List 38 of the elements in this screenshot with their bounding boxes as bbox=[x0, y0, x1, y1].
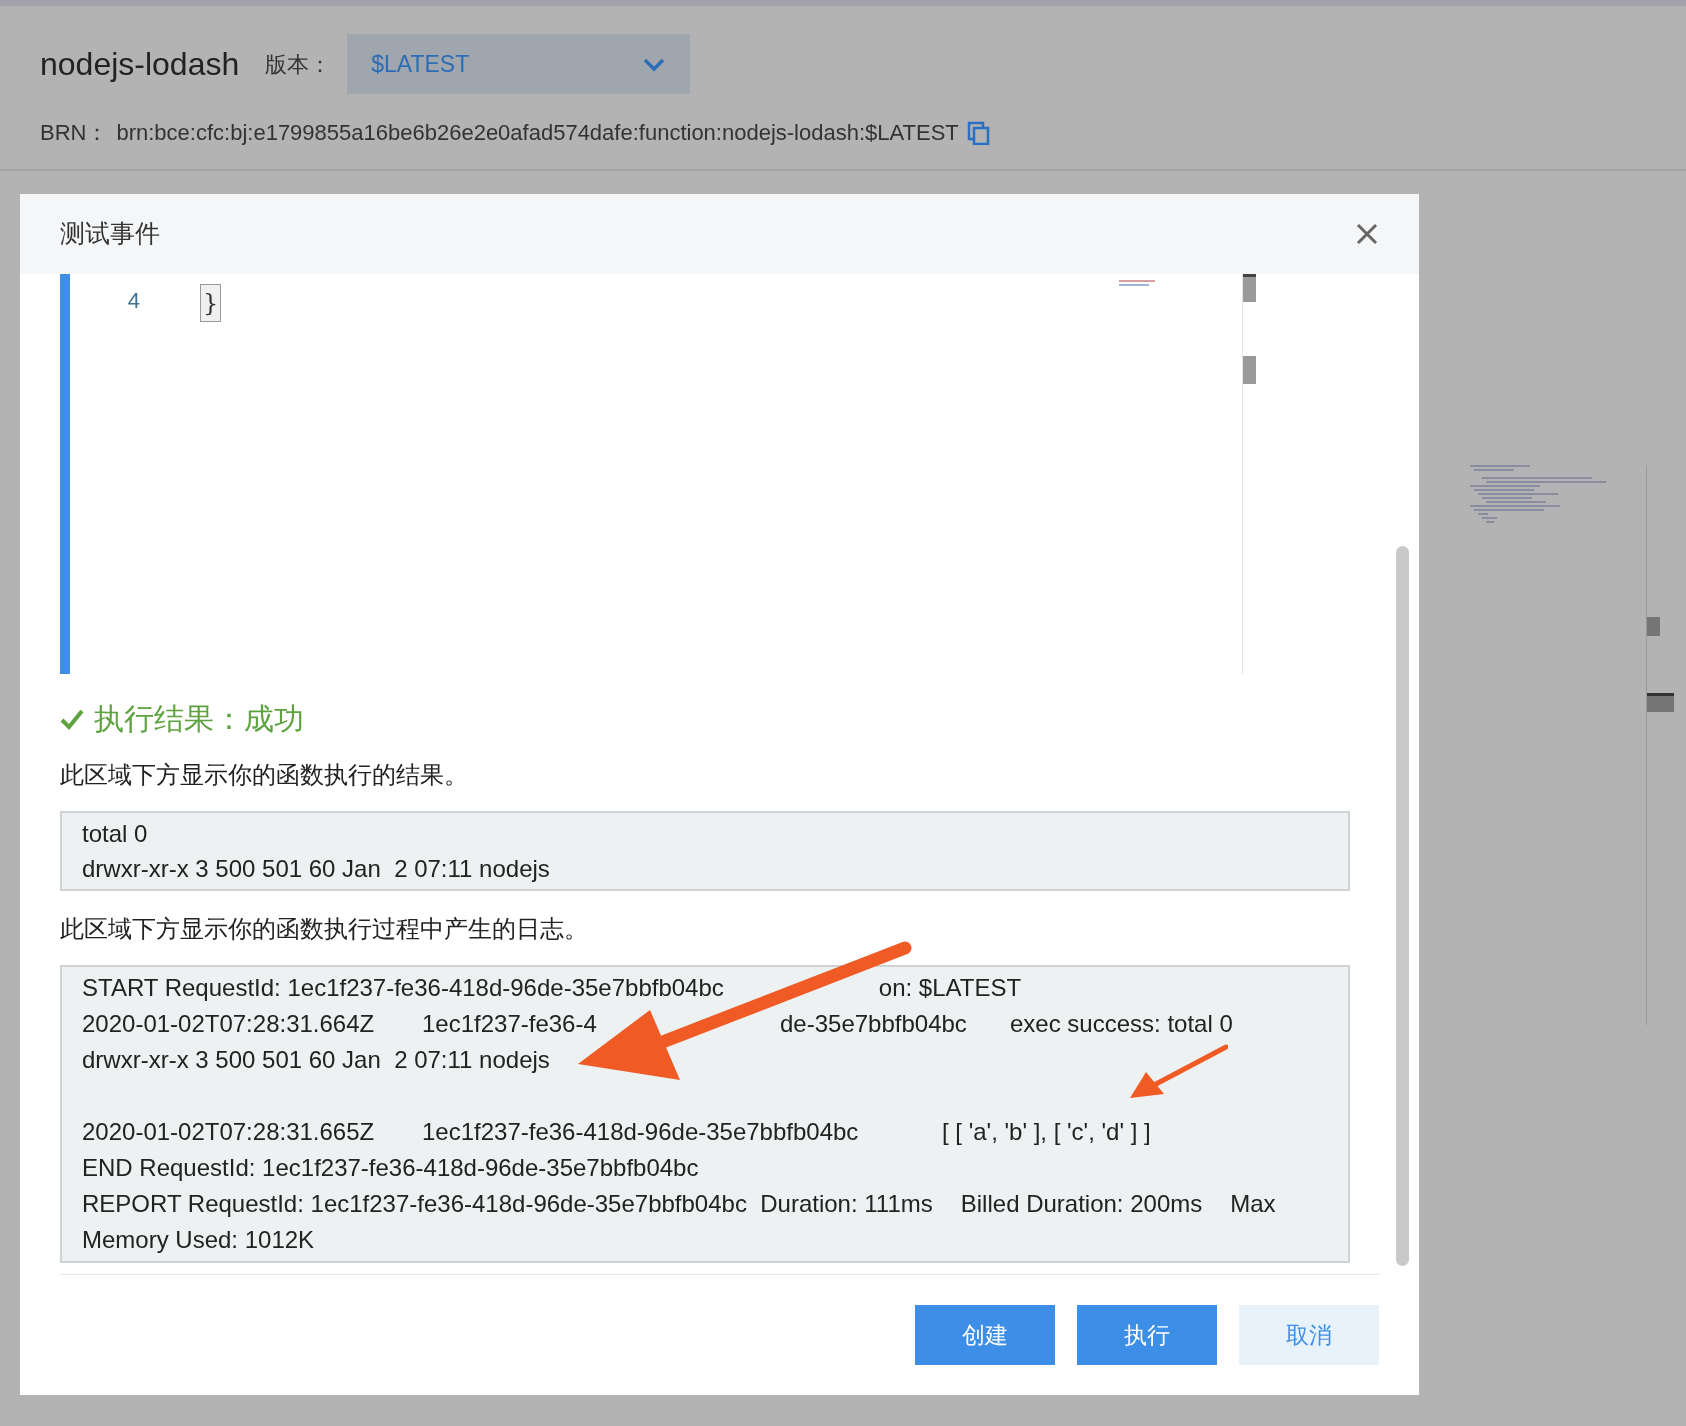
output-hint: 此区域下方显示你的函数执行的结果。 bbox=[60, 760, 469, 790]
result-status: 执行结果：成功 bbox=[94, 701, 304, 737]
cancel-button[interactable]: 取消 bbox=[1239, 1305, 1379, 1365]
brn-label: BRN： bbox=[40, 119, 109, 147]
brn-value: brn:bce:cfc:bj:e1799855a16be6b26e2e0afad574dafe:function:nodejs-lodash:$LATEST bbox=[116, 119, 959, 147]
scroll-marker bbox=[1647, 693, 1674, 712]
version-label: 版本： bbox=[265, 50, 332, 79]
log-text: 1ec1f237-fe36-418d-96de-35e7bbfb04bc bbox=[422, 1117, 860, 1147]
log-text: exec success: total 0 bbox=[1010, 1009, 1233, 1039]
log-text: REPORT RequestId: 1ec1f237-fe36-418d-96de-35e7bbfb04bc Duration: 111ms bbox=[82, 1189, 933, 1219]
log-text: 1ec1f237-fe36-4 bbox=[422, 1009, 598, 1039]
log-text: Billed Duration: 200ms bbox=[960, 1189, 1203, 1219]
log-text: 2020-01-02T07:28:31.665Z bbox=[82, 1117, 376, 1147]
chevron-down-icon bbox=[642, 56, 667, 72]
log-hint: 此区域下方显示你的函数执行过程中产生的日志。 bbox=[60, 914, 589, 944]
dialog-title: 测试事件 bbox=[60, 218, 160, 250]
log-text: on: $LATEST bbox=[878, 973, 1022, 1003]
version-select[interactable]: $LATEST bbox=[347, 34, 691, 94]
code-text: } bbox=[200, 284, 222, 322]
primary-button[interactable]: 执行 bbox=[1077, 1305, 1217, 1365]
close-icon[interactable] bbox=[1355, 222, 1379, 246]
log-text: drwxr-xr-x 3 500 501 60 Jan 2 07:11 nodejs bbox=[82, 1045, 550, 1075]
scroll-marker bbox=[1647, 617, 1660, 636]
scroll-marker bbox=[1243, 274, 1256, 302]
log-text: Memory Used: 1012K bbox=[82, 1225, 315, 1255]
line-number: 4 bbox=[126, 287, 141, 315]
log-text: START RequestId: 1ec1f237-fe36-418d-96de-35e7bbfb04bc bbox=[82, 973, 724, 1003]
code-editor[interactable]: 4 } bbox=[60, 274, 1243, 674]
output-line: drwxr-xr-x 3 500 501 60 Jan 2 07:11 nodejs bbox=[82, 854, 551, 884]
log-text: [ [ 'a', 'b' ], [ 'c', 'd' ] ] bbox=[942, 1117, 1151, 1147]
log-text: de-35e7bbfb04bc bbox=[780, 1009, 968, 1039]
scroll-marker bbox=[1243, 356, 1256, 384]
function-name: nodejs-lodash bbox=[40, 45, 240, 84]
log-text: Max bbox=[1230, 1189, 1276, 1219]
log-text: 2020-01-02T07:28:31.664Z bbox=[82, 1009, 376, 1039]
primary-button[interactable]: 创建 bbox=[915, 1305, 1055, 1365]
output-line: total 0 bbox=[82, 819, 149, 849]
log-text: END RequestId: 1ec1f237-fe36-418d-96de-35e7bbfb04bc bbox=[82, 1153, 699, 1183]
